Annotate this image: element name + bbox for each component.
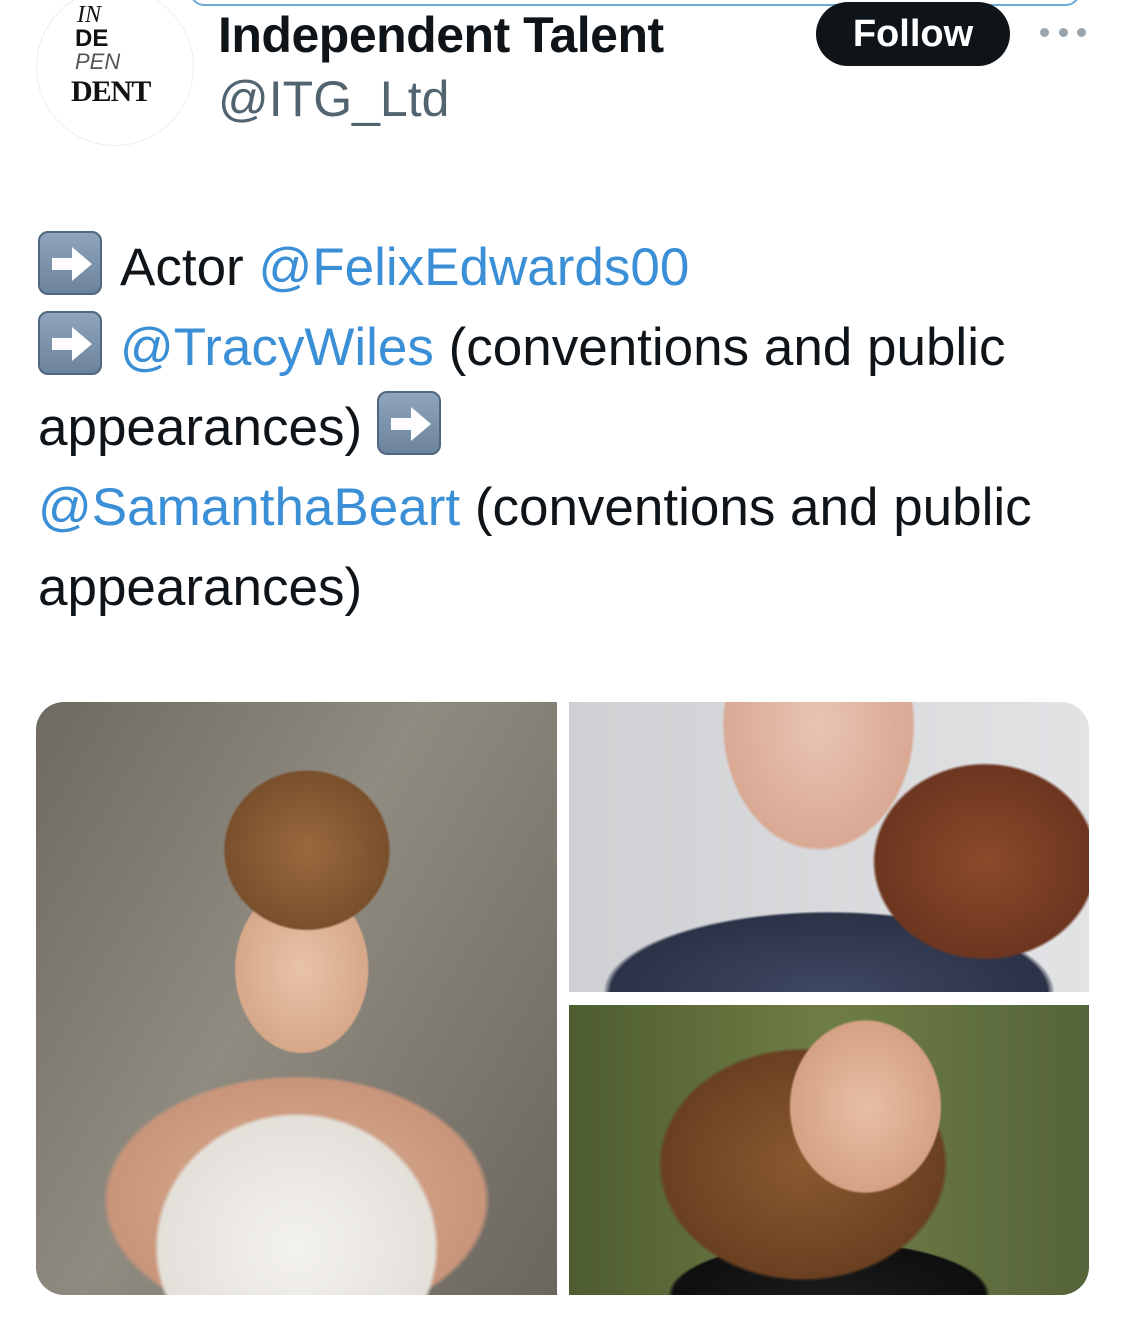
right-arrow-icon xyxy=(38,231,102,295)
tweet-card: IN DE PEN DENT Independent Talent @ITG_L… xyxy=(0,0,1125,1320)
photo-tracy-wiles[interactable] xyxy=(569,702,1089,992)
follow-button[interactable]: Follow xyxy=(816,2,1010,66)
photo-samantha-beart[interactable] xyxy=(569,1005,1089,1295)
photo-felix-edwards[interactable] xyxy=(36,702,557,1295)
right-arrow-icon xyxy=(38,311,102,375)
avatar-logo-line: IN xyxy=(77,2,101,28)
media-grid xyxy=(36,702,1089,1295)
tweet-text: Actor @FelixEdwards00 @TracyWiles (conve… xyxy=(38,228,1078,628)
more-horizontal-icon[interactable] xyxy=(1040,22,1086,42)
mention-link-tracy[interactable]: @TracyWiles xyxy=(120,318,434,377)
tweet-text-segment: Actor xyxy=(120,238,259,297)
mention-link-felix[interactable]: @FelixEdwards00 xyxy=(258,238,689,297)
avatar[interactable]: IN DE PEN DENT xyxy=(36,0,194,146)
author-display-name[interactable]: Independent Talent xyxy=(218,6,664,64)
right-arrow-icon xyxy=(376,391,441,455)
author-handle[interactable]: @ITG_Ltd xyxy=(218,70,449,128)
avatar-logo-line: DE xyxy=(75,25,109,52)
avatar-logo-line: PEN xyxy=(75,49,121,74)
avatar-logo-line: DENT xyxy=(71,75,151,108)
mention-link-samantha[interactable]: @SamanthaBeart xyxy=(38,478,460,537)
